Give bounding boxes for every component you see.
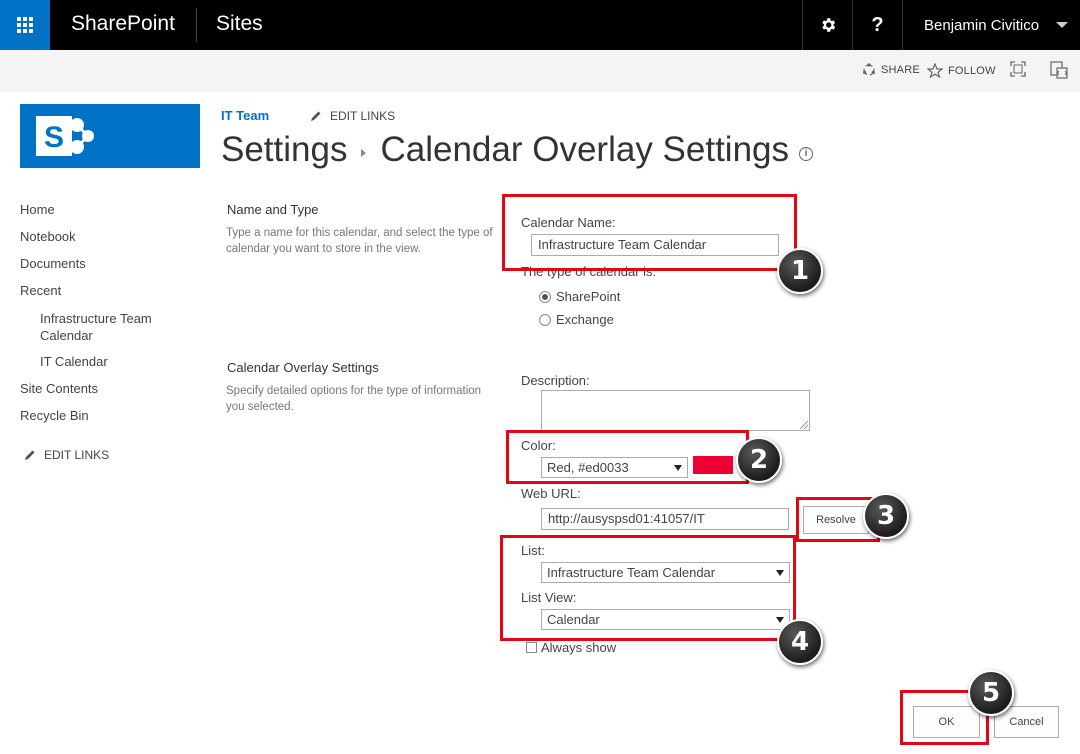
user-name: Benjamin Civitico (924, 16, 1040, 34)
caret-down-icon (1056, 22, 1068, 28)
list-view-select[interactable]: Calendar (541, 609, 790, 630)
site-logo[interactable]: S (20, 104, 200, 168)
embed-button[interactable] (1050, 61, 1073, 79)
nav-item-infrastructure-team-calendar[interactable]: Infrastructure Team Calendar (40, 310, 180, 344)
calendar-name-label: Calendar Name: (521, 215, 616, 230)
settings-button[interactable] (802, 0, 852, 50)
nav-item-it-calendar[interactable]: IT Calendar (40, 354, 108, 369)
list-select-value: Infrastructure Team Calendar (547, 565, 716, 580)
radio-selected-icon (539, 290, 551, 303)
list-view-select-value: Calendar (547, 612, 600, 627)
annotation-badge-4: 4 (777, 619, 823, 665)
nav-item-documents[interactable]: Documents (20, 256, 86, 271)
ribbon-bar: SHARE FOLLOW (0, 50, 1080, 92)
color-select[interactable]: Red, #ed0033 (541, 457, 688, 478)
info-icon[interactable]: i (799, 147, 814, 161)
description-textarea[interactable] (541, 390, 810, 431)
annotation-highlight-1 (502, 194, 797, 271)
checkbox-icon (526, 642, 537, 653)
list-view-label: List View: (521, 590, 577, 605)
radio-sharepoint[interactable]: SharePoint (539, 289, 620, 304)
calendar-type-label: The type of calendar is: (521, 264, 657, 279)
help-button[interactable]: ? (852, 0, 902, 50)
nav-item-site-contents[interactable]: Site Contents (20, 381, 98, 396)
page-title: Settings Calendar Overlay Settings i (221, 130, 814, 170)
nav-item-recent[interactable]: Recent (20, 283, 61, 298)
nav-item-home[interactable]: Home (20, 202, 55, 217)
brand-link[interactable]: SharePoint (71, 12, 175, 36)
share-button[interactable]: SHARE (862, 63, 920, 77)
radio-exchange[interactable]: Exchange (539, 312, 614, 327)
dropdown-arrow-icon (776, 617, 784, 623)
always-show-checkbox[interactable]: Always show (526, 640, 616, 655)
description-label: Description: (521, 373, 590, 388)
waffle-icon (17, 17, 33, 33)
always-show-label: Always show (541, 640, 617, 655)
edit-links-top[interactable]: EDIT LINKS (310, 109, 395, 123)
radio-sharepoint-label: SharePoint (556, 289, 621, 304)
color-label: Color: (521, 438, 556, 453)
edit-links-nav[interactable]: EDIT LINKS (24, 448, 109, 462)
resolve-button[interactable]: Resolve (803, 506, 869, 534)
annotation-badge-1: 1 (777, 248, 823, 294)
web-url-label: Web URL: (521, 486, 581, 501)
annotation-badge-5: 5 (968, 670, 1014, 716)
svg-text:S: S (44, 121, 64, 154)
share-label: SHARE (881, 64, 920, 76)
sites-link[interactable]: Sites (216, 12, 263, 36)
focus-icon (1010, 61, 1026, 77)
section-title-overlay: Calendar Overlay Settings (227, 360, 379, 375)
ok-button[interactable]: OK (913, 706, 980, 738)
embed-icon (1050, 61, 1068, 79)
pencil-icon (311, 111, 321, 121)
gear-icon (821, 18, 835, 32)
web-url-input[interactable]: http://ausyspsd01:41057/IT (541, 508, 789, 530)
radio-exchange-label: Exchange (556, 312, 614, 327)
sharepoint-logo-icon: S (36, 116, 94, 156)
annotation-badge-2: 2 (736, 437, 782, 483)
nav-item-notebook[interactable]: Notebook (20, 229, 76, 244)
focus-on-content-button[interactable] (1010, 61, 1031, 77)
dropdown-arrow-icon (674, 465, 682, 471)
site-title-link[interactable]: IT Team (221, 108, 269, 123)
pencil-icon (25, 450, 35, 460)
follow-label: FOLLOW (948, 64, 996, 77)
nav-item-recycle-bin[interactable]: Recycle Bin (20, 408, 89, 423)
breadcrumb-settings[interactable]: Settings (221, 130, 347, 170)
list-select[interactable]: Infrastructure Team Calendar (541, 562, 790, 583)
breadcrumb-current: Calendar Overlay Settings (380, 130, 790, 169)
annotation-badge-3: 3 (863, 493, 909, 539)
breadcrumb-arrow-icon (361, 149, 367, 157)
edit-links-nav-label: EDIT LINKS (44, 448, 110, 462)
app-launcher-button[interactable] (0, 0, 50, 50)
color-select-value: Red, #ed0033 (547, 460, 629, 475)
section-desc-overlay: Specify detailed options for the type of… (226, 385, 482, 413)
section-title-name-type: Name and Type (227, 202, 319, 217)
follow-button[interactable]: FOLLOW (927, 63, 996, 78)
section-desc-name-type: Type a name for this calendar, and selec… (226, 227, 493, 255)
edit-links-label: EDIT LINKS (330, 109, 396, 123)
radio-unselected-icon (539, 313, 551, 326)
dropdown-arrow-icon (776, 570, 784, 576)
resize-grip-icon[interactable] (800, 421, 808, 429)
list-label: List: (521, 543, 545, 558)
suite-bar-divider (196, 8, 197, 42)
calendar-name-input[interactable]: Infrastructure Team Calendar (531, 234, 779, 256)
star-icon (927, 63, 943, 78)
suite-bar: SharePoint Sites ? Benjamin Civitico (0, 0, 1080, 50)
share-icon (863, 63, 875, 76)
user-menu[interactable]: Benjamin Civitico (902, 0, 1080, 50)
color-swatch (693, 456, 733, 474)
